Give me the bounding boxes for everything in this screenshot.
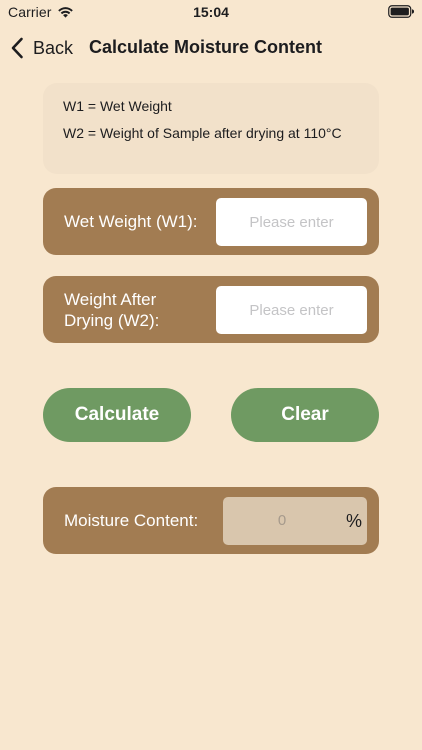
- dry-weight-input[interactable]: [216, 286, 367, 334]
- clear-button[interactable]: Clear: [231, 388, 379, 442]
- page-title: Calculate Moisture Content: [89, 37, 323, 57]
- moisture-result-value: 0: [277, 512, 287, 529]
- wet-weight-label: Wet Weight (W1):: [64, 212, 198, 231]
- w2-definition: W2 = Weight of Sample after drying at 11…: [63, 125, 342, 141]
- w1-definition: W1 = Wet Weight: [63, 98, 172, 114]
- calculate-button[interactable]: Calculate: [43, 388, 191, 442]
- percent-unit: %: [345, 511, 362, 531]
- moisture-content-label: Moisture Content:: [64, 511, 199, 530]
- chevron-left-icon: [11, 37, 23, 59]
- wet-weight-row: Wet Weight (W1):: [43, 188, 379, 255]
- moisture-result-field: 0 %: [223, 497, 367, 545]
- battery-full-icon: [388, 5, 414, 18]
- definitions-card: W1 = Wet Weight W2 = Weight of Sample af…: [43, 83, 379, 174]
- status-time: 15:04: [193, 4, 229, 20]
- back-button[interactable]: Back: [10, 36, 73, 60]
- moisture-result-row: Moisture Content: 0 %: [43, 487, 379, 554]
- dry-weight-label: Weight After Drying (W2):: [64, 290, 160, 330]
- dry-weight-row: Weight After Drying (W2):: [43, 276, 379, 343]
- status-bar: Carrier 15:04: [0, 0, 422, 26]
- back-label: Back: [33, 37, 74, 58]
- wet-weight-input[interactable]: [216, 198, 367, 246]
